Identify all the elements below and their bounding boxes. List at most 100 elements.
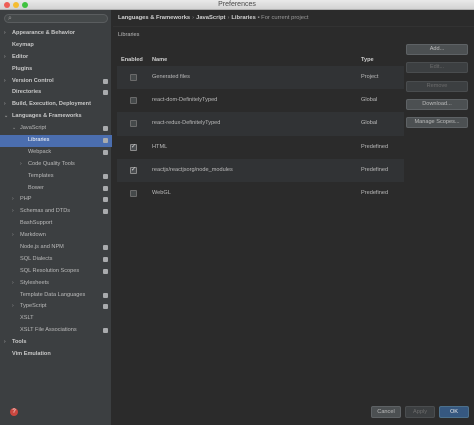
ok-button[interactable]: OK (439, 406, 469, 418)
enabled-checkbox[interactable] (130, 189, 137, 197)
sidebar-item[interactable]: SQL Dialects (0, 254, 112, 266)
library-name: HTML (152, 143, 168, 150)
chevron-right-icon[interactable]: › (12, 206, 14, 218)
remove-button[interactable]: Remove (406, 80, 468, 92)
sidebar-item-label: SQL Resolution Scopes (20, 267, 80, 274)
sidebar-item-label: PHP (20, 196, 32, 203)
sidebar-item[interactable]: XSLT File Associations (0, 325, 112, 337)
column-header-name[interactable]: Name (152, 54, 167, 66)
enabled-checkbox[interactable]: ✓ (130, 166, 137, 174)
enabled-checkbox[interactable] (130, 120, 137, 128)
sidebar-item[interactable]: Libraries (0, 135, 112, 147)
sidebar-item-label: Markdown (20, 232, 46, 239)
window-title: Preferences (218, 1, 256, 8)
manage-scopes-button[interactable]: Manage Scopes... (406, 117, 468, 129)
sidebar-item[interactable]: Directories (0, 87, 112, 99)
sidebar-item[interactable]: › Editor (0, 52, 112, 64)
sidebar-item[interactable]: ⌄ JavaScript (0, 123, 112, 135)
sidebar-item[interactable]: XSLT (0, 313, 112, 325)
help-icon[interactable]: ? (10, 408, 18, 416)
settings-tree: › Appearance & Behavior Keymap › Editor Plugi… (0, 28, 112, 361)
add-button[interactable]: Add... (406, 44, 468, 55)
edit-button[interactable]: Edit... (406, 62, 468, 74)
cancel-button[interactable]: Cancel (371, 406, 401, 418)
breadcrumb-separator: › (192, 15, 195, 21)
column-header-type[interactable]: Type (361, 54, 374, 66)
table-row[interactable]: ✓ reactjs/reactjsorg/node_modules Predefin… (117, 158, 404, 182)
sidebar-item[interactable]: › Version Control (0, 76, 112, 88)
project-scope-icon (103, 90, 108, 96)
table-body: Generated files Project react-dom-Definite… (117, 66, 404, 205)
chevron-right-icon[interactable]: › (12, 194, 14, 206)
sidebar-item[interactable]: › Tools (0, 337, 112, 349)
apply-button[interactable]: Apply (405, 406, 435, 418)
table-row[interactable]: Generated files Project (117, 66, 404, 90)
sidebar-item[interactable]: Plugins (0, 64, 112, 76)
sidebar-item[interactable]: Node.js and NPM (0, 242, 112, 254)
chevron-right-icon[interactable]: › (12, 301, 14, 313)
sidebar-item-label: XSLT (20, 315, 34, 322)
project-scope-icon (103, 185, 108, 191)
window-controls (4, 2, 28, 8)
sidebar-item-label: Version Control (12, 77, 54, 84)
chevron-right-icon[interactable]: › (12, 230, 14, 242)
enabled-checkbox[interactable] (130, 74, 137, 81)
chevron-down-icon[interactable]: ⌄ (4, 111, 8, 123)
column-header-enabled[interactable]: Enabled (121, 54, 143, 66)
sidebar-item[interactable]: › Appearance & Behavior (0, 28, 112, 40)
sidebar-item[interactable]: › Markdown (0, 230, 112, 242)
project-scope-icon (103, 256, 108, 262)
table-row[interactable]: WebGL Predefined (117, 182, 404, 205)
library-name: Generated files (152, 74, 190, 80)
chevron-right-icon[interactable]: › (4, 337, 6, 349)
sidebar-item[interactable]: Template Data Languages (0, 290, 112, 302)
sidebar-item-label: Bower (28, 184, 44, 191)
sidebar-item[interactable]: › Schemas and DTDs (0, 206, 112, 218)
table-row[interactable]: ✓ HTML Predefined (117, 136, 404, 159)
sidebar-item[interactable]: › PHP (0, 194, 112, 206)
chevron-right-icon[interactable]: › (20, 159, 22, 171)
sidebar-item[interactable]: › TypeScript (0, 301, 112, 313)
sidebar-item[interactable]: Webpack (0, 147, 112, 159)
sidebar-item[interactable]: Vim Emulation (0, 349, 112, 361)
chevron-right-icon[interactable]: › (4, 99, 6, 111)
sidebar-item-label: Webpack (28, 148, 52, 155)
chevron-right-icon[interactable]: › (4, 76, 6, 88)
sidebar-item[interactable]: › Stylesheets (0, 278, 112, 290)
sidebar-item-label: Templates (28, 172, 54, 179)
sidebar-item-label: Tools (12, 339, 27, 346)
sidebar-item[interactable]: › Code Quality Tools (0, 159, 112, 171)
chevron-right-icon[interactable]: › (12, 278, 14, 290)
sidebar-item[interactable]: BashSupport (0, 218, 112, 230)
checkmark-icon: ✓ (131, 143, 137, 150)
sidebar-item-label: JavaScript (20, 125, 47, 132)
sidebar-item-label: Directories (12, 89, 42, 96)
library-actions: Add... Edit... Remove Download... Manage… (406, 44, 468, 135)
project-scope-icon (103, 138, 108, 144)
enabled-checkbox[interactable] (130, 97, 137, 105)
sidebar-item-label: Build, Execution, Deployment (12, 101, 91, 108)
library-type: Predefined (361, 166, 389, 173)
sidebar-item-label: Languages & Frameworks (12, 113, 82, 120)
sidebar-item[interactable]: › Build, Execution, Deployment (0, 99, 112, 111)
sidebar-item[interactable]: Templates (0, 171, 112, 183)
settings-search-input[interactable]: ⌕ (4, 14, 108, 23)
chevron-right-icon[interactable]: › (4, 28, 6, 40)
chevron-down-icon[interactable]: ⌄ (12, 123, 16, 135)
close-window-button[interactable] (4, 2, 10, 8)
settings-content: Languages & Frameworks › JavaScript › Librar… (113, 10, 474, 425)
chevron-right-icon[interactable]: › (4, 52, 6, 64)
sidebar-item[interactable]: ⌄ Languages & Frameworks (0, 111, 112, 123)
sidebar-item[interactable]: Bower (0, 183, 112, 195)
search-icon: ⌕ (8, 15, 12, 22)
download-button[interactable]: Download... (406, 98, 468, 110)
sidebar-item[interactable]: SQL Resolution Scopes (0, 266, 112, 278)
table-row[interactable]: react-dom-DefinitelyTyped Global (117, 89, 404, 112)
zoom-window-button[interactable] (22, 2, 28, 8)
project-scope-icon (103, 197, 108, 203)
sidebar-item[interactable]: Keymap (0, 40, 112, 52)
minimize-window-button[interactable] (13, 2, 19, 8)
window-titlebar: Preferences (0, 0, 474, 10)
table-row[interactable]: react-redux-DefinitelyTyped Global (117, 112, 404, 136)
enabled-checkbox[interactable]: ✓ (130, 143, 137, 151)
